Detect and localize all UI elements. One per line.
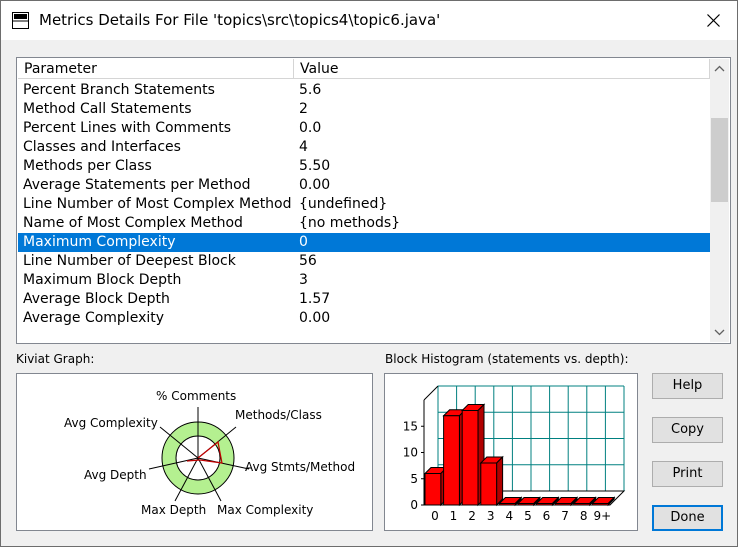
histogram-bar <box>573 503 591 506</box>
x-tick-label: 6 <box>543 509 551 523</box>
table-header: Parameter Value <box>18 59 710 79</box>
block-histogram: 0 5 10 15 0 1 2 3 4 5 6 7 8 9+ <box>384 373 638 531</box>
value-cell: 0 <box>299 234 308 250</box>
column-header-value[interactable]: Value <box>294 59 710 79</box>
value-cell: 0.00 <box>299 177 331 193</box>
parameter-cell: Line Number of Most Complex Method <box>23 196 292 212</box>
table-row[interactable]: Line Number of Deepest Block 56 <box>18 252 710 271</box>
y-axis-top <box>423 385 439 401</box>
close-icon <box>707 14 720 27</box>
value-cell: 1.57 <box>299 291 331 307</box>
histogram-bar <box>536 503 553 506</box>
kiviat-axis-avg-complexity: Avg Complexity <box>64 416 158 430</box>
table-row[interactable]: Average Statements per Method 0.00 <box>18 176 710 195</box>
parameter-cell: Maximum Block Depth <box>23 272 182 288</box>
parameter-cell: Methods per Class <box>23 158 152 174</box>
column-header-parameter[interactable]: Parameter <box>18 59 294 79</box>
table-row[interactable]: Maximum Complexity 0 <box>18 233 710 252</box>
print-button[interactable]: Print <box>652 461 723 487</box>
scroll-down-button[interactable] <box>710 323 729 342</box>
value-cell: 5.6 <box>299 82 322 98</box>
histogram-bar <box>554 503 572 506</box>
chevron-down-icon <box>714 329 725 336</box>
kiviat-graph: % Comments Methods/Class Avg Stmts/Metho… <box>16 373 373 531</box>
x-tick-label: 1 <box>450 509 458 523</box>
histogram-chart: 0510150 1 2 3 4 5 6 7 8 9+ <box>403 385 626 523</box>
metrics-details-dialog: Metrics Details For File 'topics\src\top… <box>0 0 738 547</box>
kiviat-axis-methods-class: Methods/Class <box>235 408 322 422</box>
table-body: Percent Branch Statements 5.6 Method Call … <box>18 81 710 328</box>
app-icon <box>12 12 29 29</box>
table-row[interactable]: Percent Lines with Comments 0.0 <box>18 119 710 138</box>
x-tick-label: 3 <box>487 509 495 523</box>
kiviat-graph-label: Kiviat Graph: <box>16 352 95 366</box>
parameter-cell: Line Number of Deepest Block <box>23 253 236 269</box>
done-button[interactable]: Done <box>652 505 723 531</box>
x-tick-label: 9+ <box>593 509 611 523</box>
histogram-bar <box>498 503 516 506</box>
table-row[interactable]: Line Number of Most Complex Method {undef… <box>18 195 710 214</box>
value-cell: {undefined} <box>299 196 388 212</box>
value-cell: 5.50 <box>299 158 331 174</box>
vertical-scrollbar[interactable] <box>710 59 729 342</box>
help-button[interactable]: Help <box>652 373 723 399</box>
parameter-cell: Average Complexity <box>23 310 165 326</box>
kiviat-axis-avg-stmts: Avg Stmts/Method <box>245 460 356 474</box>
histogram-bar <box>461 410 479 506</box>
value-cell: 0.00 <box>299 310 331 326</box>
value-cell: 4 <box>299 139 308 155</box>
kiviat-axis-max-complexity: Max Complexity <box>217 503 314 517</box>
close-button[interactable] <box>691 1 737 40</box>
chevron-up-icon <box>714 65 725 72</box>
histogram-bar <box>480 462 498 506</box>
kiviat-axis-avg-depth: Avg Depth <box>84 468 147 482</box>
x-tick-label: 0 <box>431 509 439 523</box>
y-tick-label: 5 <box>410 472 418 486</box>
y-tick-label: 15 <box>403 419 418 433</box>
kiviat-axis-comments: % Comments <box>156 389 237 403</box>
parameter-cell: Name of Most Complex Method <box>23 215 243 231</box>
scroll-thumb[interactable] <box>711 118 728 202</box>
histogram-bar-side <box>496 455 504 507</box>
table-row[interactable]: Average Complexity 0.00 <box>18 309 710 328</box>
kiviat-axis-max-depth: Max Depth <box>141 503 207 517</box>
x-tick-label: 8 <box>580 509 588 523</box>
parameter-cell: Classes and Interfaces <box>23 139 181 155</box>
x-tick-label: 2 <box>468 509 476 523</box>
metrics-table[interactable]: Parameter Value Percent Branch Statement… <box>16 57 731 344</box>
parameter-cell: Average Block Depth <box>23 291 170 307</box>
table-row[interactable]: Classes and Interfaces 4 <box>18 138 710 157</box>
histogram-bar <box>591 503 609 506</box>
parameter-cell: Maximum Complexity <box>23 234 176 250</box>
table-row[interactable]: Method Call Statements 2 <box>18 100 710 119</box>
value-cell: 3 <box>299 272 308 288</box>
parameter-cell: Method Call Statements <box>23 101 192 117</box>
histogram-bar <box>443 415 460 506</box>
parameter-cell: Average Statements per Method <box>23 177 251 193</box>
x-tick-label: 7 <box>561 509 569 523</box>
histogram-bar <box>424 473 442 506</box>
table-row[interactable]: Maximum Block Depth 3 <box>18 271 710 290</box>
histogram-bar <box>517 503 535 506</box>
title-bar: Metrics Details For File 'topics\src\top… <box>1 1 737 40</box>
block-histogram-label: Block Histogram (statements vs. depth): <box>385 352 629 366</box>
parameter-cell: Percent Branch Statements <box>23 82 215 98</box>
table-row[interactable]: Percent Branch Statements 5.6 <box>18 81 710 100</box>
value-cell: {no methods} <box>299 215 401 231</box>
window-title: Metrics Details For File 'topics\src\top… <box>39 11 441 29</box>
table-row[interactable]: Name of Most Complex Method {no methods} <box>18 214 710 233</box>
x-tick-label: 5 <box>524 509 532 523</box>
value-cell: 56 <box>299 253 317 269</box>
copy-button[interactable]: Copy <box>652 417 723 443</box>
table-row[interactable]: Methods per Class 5.50 <box>18 157 710 176</box>
table-row[interactable]: Average Block Depth 1.57 <box>18 290 710 309</box>
y-tick-label: 0 <box>410 498 418 512</box>
x-tick-label: 4 <box>505 509 513 523</box>
parameter-cell: Percent Lines with Comments <box>23 120 232 136</box>
scroll-up-button[interactable] <box>710 59 729 78</box>
value-cell: 0.0 <box>299 120 322 136</box>
y-tick-label: 10 <box>403 446 418 460</box>
value-cell: 2 <box>299 101 308 117</box>
